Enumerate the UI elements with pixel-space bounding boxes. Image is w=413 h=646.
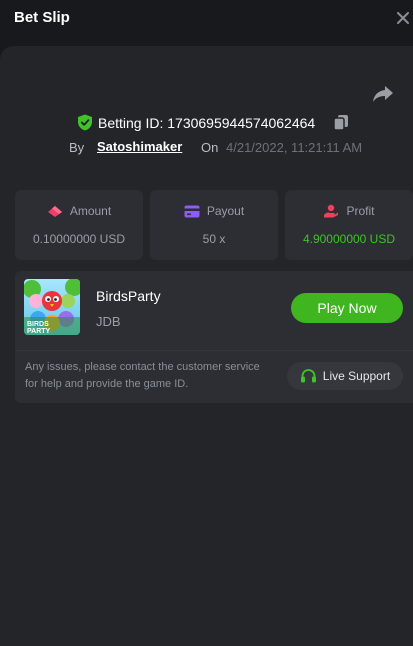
game-provider: JDB [96,314,121,329]
support-notice: Any issues, please contact the customer … [25,361,260,390]
stat-label-profit: Profit [346,204,375,218]
profit-icon [324,204,339,218]
betting-id-row: Betting ID: 1730695944574062464 [0,113,413,133]
stat-value-payout: 50 x [202,232,226,246]
live-support-button[interactable]: Live Support [287,362,403,390]
bet-date: 4/21/2022, 11:21:11 AM [226,140,363,155]
page-title: Bet Slip [14,9,70,26]
author-row: By Satoshimaker On 4/21/2022, 11:21:11 A… [0,139,413,159]
username-link[interactable]: Satoshimaker [97,139,182,154]
betting-id: Betting ID: 1730695944574062464 [98,115,316,131]
stat-label-payout: Payout [206,204,245,218]
on-label: On [201,140,219,155]
close-icon [397,12,409,24]
copy-button[interactable] [333,114,349,131]
thumb-text-party: PARTY [27,328,51,335]
game-card: BIRDS PARTY BirdsParty JDB Play Now Any … [15,271,413,403]
stat-value-amount: 0.10000000 USD [32,232,126,246]
stat-label-amount: Amount [69,204,112,218]
stat-card-amount: Amount 0.10000000 USD [15,190,143,260]
stat-card-payout: Payout 50 x [150,190,278,260]
headset-icon [300,369,316,383]
stat-value-profit: 4.90000000 USD [302,232,396,246]
divider [15,350,413,351]
stat-card-profit: Profit 4.90000000 USD [285,190,413,260]
share-button[interactable] [372,84,394,104]
by-label: By [69,140,85,155]
copy-icon [333,115,348,131]
live-support-label: Live Support [322,369,391,383]
game-thumbnail[interactable]: BIRDS PARTY [24,279,80,335]
close-button[interactable] [393,8,413,28]
share-icon [373,86,393,102]
shield-check-icon [78,114,92,131]
game-thumbnail-art: BIRDS PARTY [24,279,80,335]
card-icon [184,205,200,217]
thumb-text-birds: BIRDS [27,321,49,328]
play-now-button[interactable]: Play Now [291,293,403,323]
header: Bet Slip [0,0,413,42]
wager-icon [47,206,62,217]
game-name: BirdsParty [96,288,161,304]
